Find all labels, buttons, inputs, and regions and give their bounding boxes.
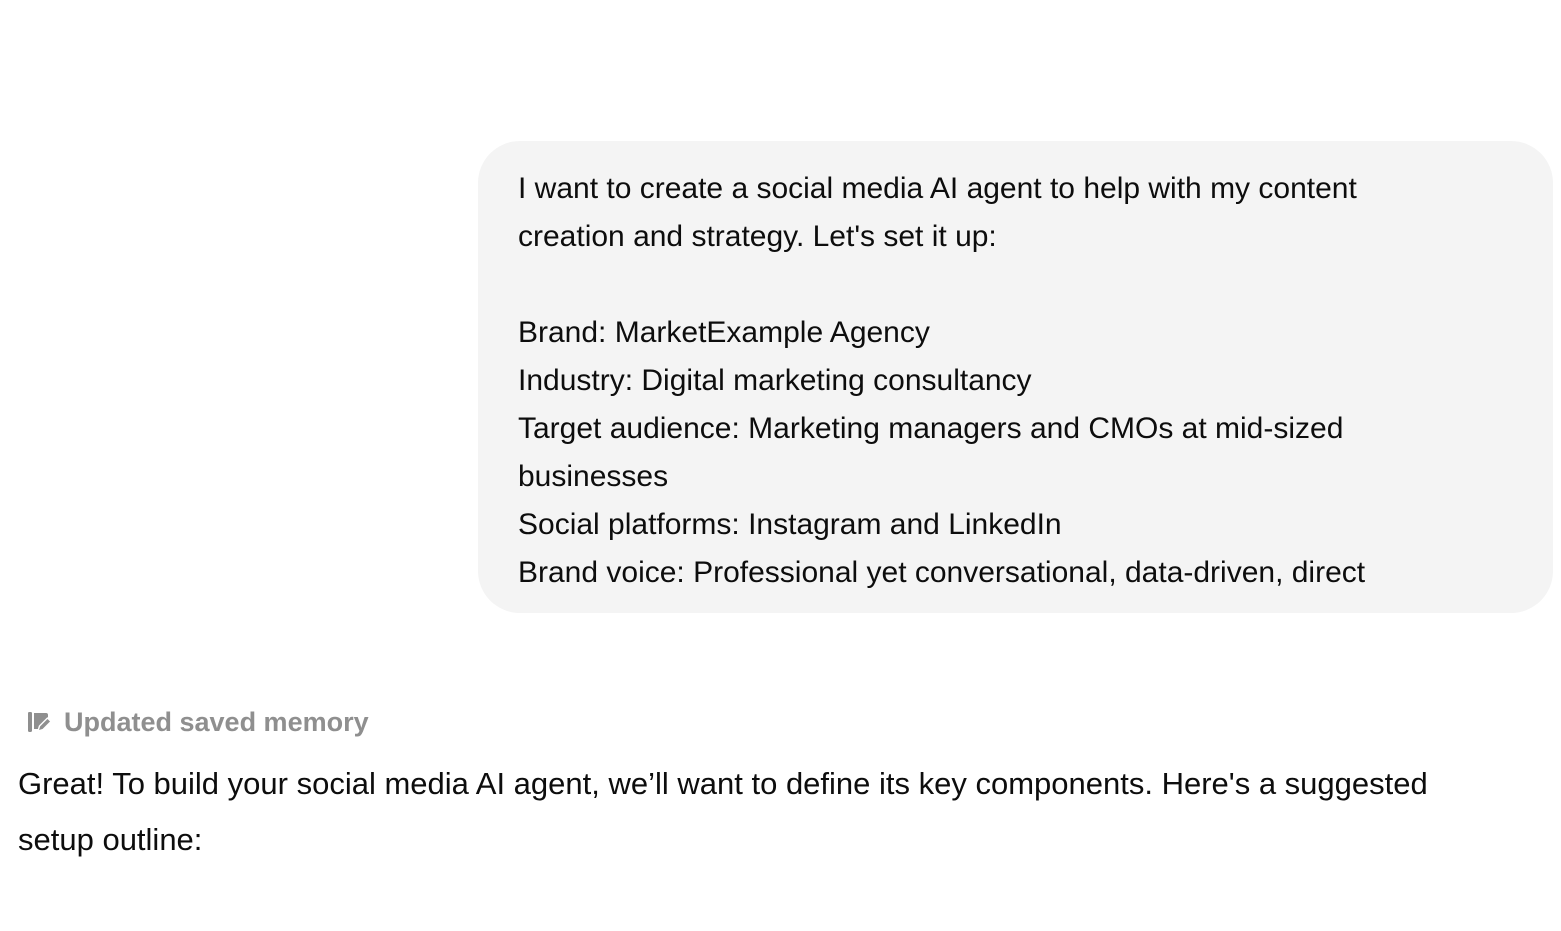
user-message-bubble: I want to create a social media AI agent… [478, 141, 1553, 613]
memory-updated-label: Updated saved memory [64, 706, 369, 737]
chat-conversation: I want to create a social media AI agent… [0, 0, 1561, 931]
user-message-line: Brand voice: Professional yet conversati… [518, 556, 1366, 589]
user-message-line: creation and strategy. Let's set it up: [518, 220, 997, 253]
user-message-line: I want to create a social media AI agent… [518, 172, 1357, 205]
memory-updated-indicator[interactable]: Updated saved memory [26, 702, 369, 742]
assistant-message-line: setup outline: [18, 822, 203, 857]
user-message-line: Target audience: Marketing managers and … [518, 412, 1344, 445]
user-message-line: Brand: MarketExample Agency [518, 316, 930, 349]
assistant-message-line: Great! To build your social media AI age… [18, 766, 1428, 801]
assistant-message: Great! To build your social media AI age… [18, 756, 1528, 868]
user-message-line: businesses [518, 460, 669, 493]
user-message-line: Industry: Digital marketing consultancy [518, 364, 1032, 397]
user-message-line: Social platforms: Instagram and LinkedIn [518, 508, 1062, 541]
user-message-blank-line [518, 261, 1513, 309]
memory-update-icon [28, 712, 52, 732]
